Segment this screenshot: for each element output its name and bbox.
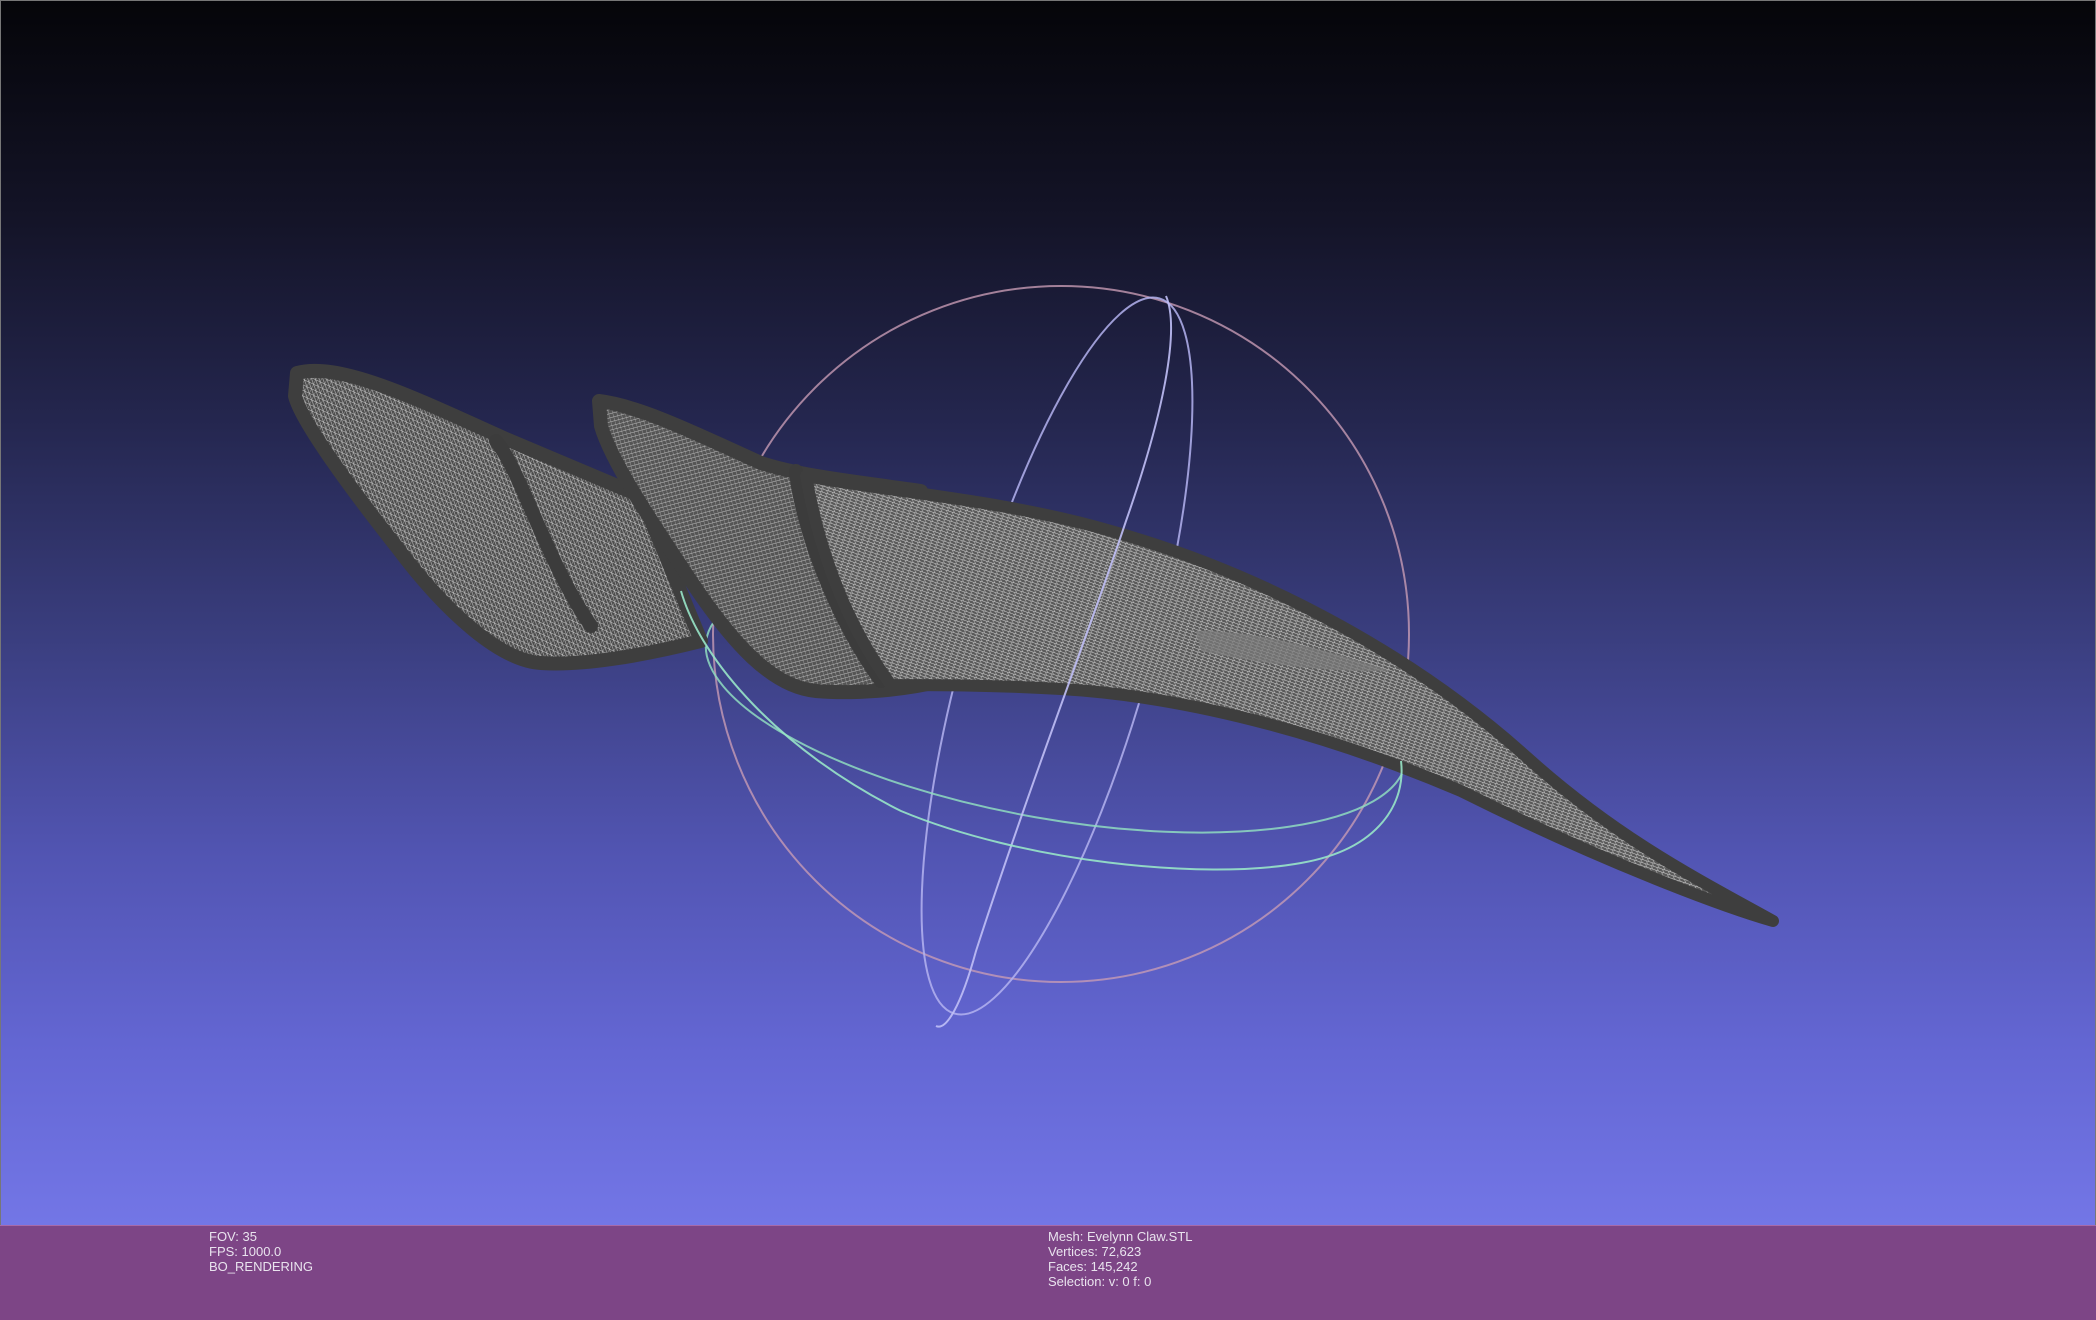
render-info: FOV: 35 FPS: 1000.0 BO_RENDERING (209, 1229, 313, 1274)
render-mode: BO_RENDERING (209, 1259, 314, 1274)
mesh-info: Mesh: Evelynn Claw.STL Vertices: 72,623 … (1048, 1229, 1193, 1289)
status-bar: FOV: 35 FPS: 1000.0 BO_RENDERING Mesh: E… (0, 1225, 2096, 1320)
claw-mesh[interactable] (288, 363, 1779, 927)
fps-readout: FPS: 1000.0 (209, 1244, 282, 1259)
scene-canvas[interactable] (1, 1, 2096, 1226)
vertex-count: Vertices: 72,623 (1048, 1244, 1142, 1259)
fov-readout: FOV: 35 (209, 1229, 257, 1244)
selection-info: Selection: v: 0 f: 0 (1048, 1274, 1152, 1289)
face-count: Faces: 145,242 (1048, 1259, 1138, 1274)
3d-viewport[interactable] (0, 0, 2096, 1225)
mesh-name: Mesh: Evelynn Claw.STL (1048, 1229, 1193, 1244)
